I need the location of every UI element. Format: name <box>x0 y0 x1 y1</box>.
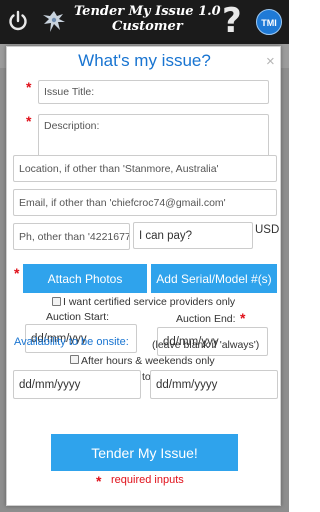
close-icon[interactable]: × <box>266 53 275 70</box>
availability-to-input[interactable]: dd/mm/yyyy <box>150 370 278 399</box>
power-icon[interactable] <box>7 10 29 32</box>
required-marker: * <box>240 310 246 326</box>
phone-input[interactable]: Ph, other than '4221677 <box>13 223 130 250</box>
app-title: Tender My Issue 1.0 Customer <box>74 4 274 34</box>
issue-dialog: What's my issue? × * Issue Title: * Desc… <box>6 46 281 506</box>
auction-start-label: Auction Start: <box>46 311 110 323</box>
required-note: required inputs <box>111 474 184 486</box>
logo-icon <box>43 11 65 32</box>
currency-label: USD <box>255 224 280 236</box>
auction-end-label: Auction End: <box>176 313 236 325</box>
email-input[interactable]: Email, if other than 'chiefcroc74@gmail.… <box>13 189 277 216</box>
tmi-badge-icon[interactable]: TMI <box>256 9 282 35</box>
certified-checkbox[interactable] <box>52 297 61 306</box>
location-input[interactable]: Location, if other than 'Stanmore, Austr… <box>13 155 277 182</box>
app-title-line1: Tender My Issue 1.0 <box>74 4 221 19</box>
availability-from-input[interactable]: dd/mm/yyyy <box>13 370 141 399</box>
after-hours-checkbox[interactable] <box>70 355 79 364</box>
app-bar: Tender My Issue 1.0 Customer ? TMI <box>0 0 289 44</box>
required-marker: * <box>96 473 102 489</box>
availability-label: Availability to be onsite: <box>14 336 129 348</box>
required-marker: * <box>26 113 32 129</box>
add-serial-button[interactable]: Add Serial/Model #(s) <box>151 264 277 293</box>
required-marker: * <box>26 79 32 95</box>
submit-button[interactable]: Tender My Issue! <box>51 434 238 471</box>
issue-title-input[interactable]: Issue Title: <box>38 80 269 104</box>
availability-hint: (leave blank if 'always') <box>152 339 260 351</box>
app-title-line2: Customer <box>112 19 183 34</box>
required-marker: * <box>14 265 20 281</box>
help-icon[interactable]: ? <box>222 2 242 40</box>
price-input[interactable]: I can pay? <box>133 222 253 249</box>
after-hours-label: After hours & weekends only <box>81 355 215 367</box>
certified-label: I want certified service providers only <box>63 296 236 308</box>
dialog-title: What's my issue? <box>78 51 211 70</box>
attach-photos-button[interactable]: Attach Photos <box>23 264 147 293</box>
